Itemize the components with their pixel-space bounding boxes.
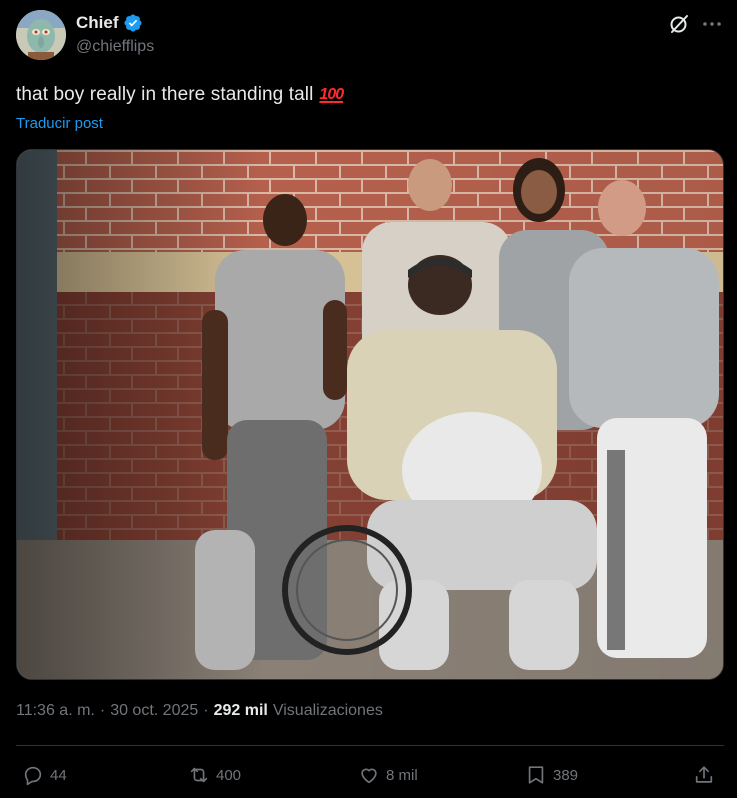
author-name-text: Chief	[76, 13, 119, 32]
tweet-photo[interactable]	[16, 149, 724, 680]
tweet-time[interactable]: 11:36 a. m.	[16, 702, 95, 720]
tweet-date[interactable]: 30 oct. 2025	[110, 702, 198, 720]
repost-button[interactable]: 400	[188, 762, 241, 788]
share-button[interactable]	[693, 762, 715, 788]
tweet-text-body: that boy really in there standing tall	[16, 84, 314, 105]
translate-post-link[interactable]: Traducir post	[16, 115, 103, 132]
reply-button[interactable]: 44	[22, 762, 67, 788]
views-count: 292 mil	[213, 702, 268, 719]
meta-separator: ·	[99, 702, 106, 719]
share-icon	[695, 766, 713, 783]
bookmark-button[interactable]: 389	[525, 762, 578, 788]
tweet: Chief @chiefflips that boy really in the…	[0, 0, 737, 798]
views-label: Visualizaciones	[272, 702, 383, 719]
like-icon	[361, 768, 377, 784]
meta-separator: ·	[203, 702, 209, 719]
grok-icon[interactable]	[667, 12, 691, 36]
repost-count: 400	[216, 766, 242, 784]
divider	[16, 745, 724, 746]
reply-count: 44	[50, 766, 67, 784]
hundred-points-icon: 100	[319, 86, 344, 103]
like-button[interactable]: 8 mil	[358, 762, 418, 788]
repost-icon	[190, 767, 208, 783]
like-count: 8 mil	[386, 766, 418, 784]
bookmark-icon	[528, 766, 544, 784]
verified-badge-icon[interactable]	[123, 13, 143, 33]
bookmark-count: 389	[553, 766, 579, 784]
more-icon[interactable]	[700, 12, 724, 36]
author-name[interactable]: Chief	[76, 13, 143, 33]
author-handle[interactable]: @chiefflips	[76, 38, 154, 56]
tweet-text: that boy really in there standing tall 1…	[16, 84, 344, 106]
avatar[interactable]	[16, 10, 66, 60]
reply-icon	[24, 766, 42, 786]
tweet-meta: 11:36 a. m. · 30 oct. 2025 · 292 mil Vis…	[16, 702, 383, 720]
